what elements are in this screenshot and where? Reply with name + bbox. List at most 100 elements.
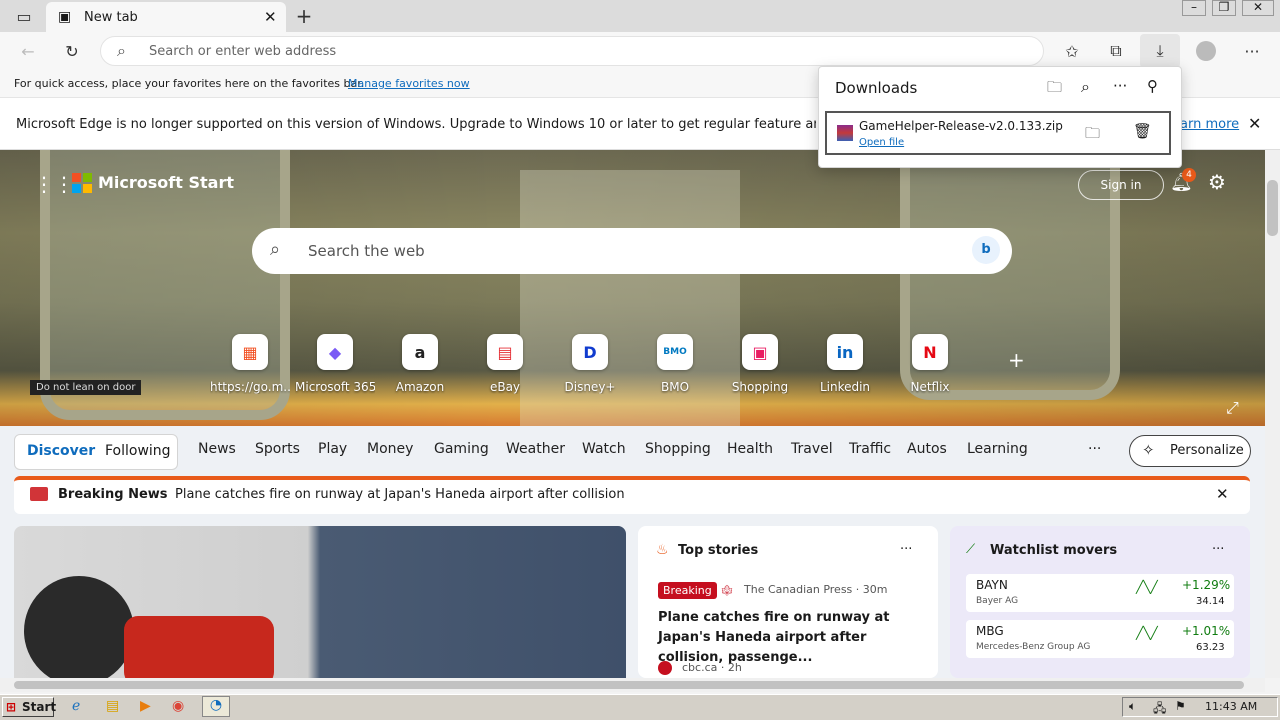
feed-nav-item[interactable]: Gaming	[434, 441, 489, 457]
story-headline[interactable]: Plane catches fire on runway at Japan's …	[658, 608, 922, 668]
quick-link-label: https://go.m...	[210, 380, 290, 394]
settings-more-icon[interactable]: ···	[1238, 37, 1266, 65]
top-stories-more-icon[interactable]: ···	[900, 542, 912, 557]
quick-link-tile[interactable]: N Netflix	[890, 334, 970, 394]
chrome-icon[interactable]: ◉	[172, 698, 184, 714]
gear-icon[interactable]: ⚙	[1208, 170, 1226, 194]
feed-nav-item[interactable]: Health	[727, 441, 773, 457]
apps-launcher-icon[interactable]: ⋮⋮	[34, 172, 74, 196]
hero-story-image[interactable]	[14, 526, 626, 678]
window-controls: – ❐ ✕	[1182, 0, 1280, 20]
sign-in-button[interactable]: Sign in	[1078, 170, 1164, 200]
price: 63.23	[1196, 642, 1225, 653]
tab-actions-icon[interactable]: ▭	[10, 2, 38, 30]
open-file-link[interactable]: Open file	[859, 137, 904, 148]
network-icon[interactable]: 🖧︎	[1153, 699, 1166, 720]
quick-link-icon: ◆	[317, 334, 353, 370]
restore-icon[interactable]: ❐	[1212, 0, 1236, 16]
feed-nav-item[interactable]: Traffic	[849, 441, 891, 457]
feed-nav-item[interactable]: Watch	[582, 441, 626, 457]
more-categories-button[interactable]: ···	[1088, 441, 1101, 457]
manage-favorites-link[interactable]: Manage favorites now	[348, 77, 470, 90]
watchlist-row[interactable]: MBG Mercedes-Benz Group AG ╱╲╱ +1.01% 63…	[966, 620, 1234, 658]
open-folder-icon[interactable]: 🗀︎	[1047, 77, 1062, 102]
minimize-icon[interactable]: –	[1182, 0, 1206, 16]
edge-taskbar-icon[interactable]: ◔	[202, 696, 230, 717]
breaking-headline: Plane catches fire on runway at Japan's …	[175, 487, 625, 502]
refresh-icon[interactable]: ↻	[58, 37, 86, 65]
vertical-scrollbar[interactable]	[1265, 150, 1280, 678]
feed-nav-item[interactable]: Weather	[506, 441, 565, 457]
breaking-news-bar[interactable]: Breaking News Plane catches fire on runw…	[14, 476, 1250, 514]
bing-chat-icon[interactable]: b	[972, 236, 1000, 264]
explorer-icon[interactable]: ▤	[106, 698, 119, 714]
downloads-icon[interactable]: ⤓	[1140, 34, 1180, 68]
tab-discover[interactable]: Discover	[27, 443, 95, 459]
quick-link-tile[interactable]: in Linkedin	[805, 334, 885, 394]
add-shortcut-button[interactable]: +	[1008, 348, 1025, 372]
notification-badge: 4	[1182, 168, 1196, 182]
quick-link-tile[interactable]: ▣ Shopping	[720, 334, 800, 394]
quick-link-tile[interactable]: D Disney+	[550, 334, 630, 394]
quick-link-tile[interactable]: a Amazon	[380, 334, 460, 394]
tab-new-tab[interactable]: ▣ New tab ✕	[46, 2, 286, 32]
profile-avatar[interactable]	[1192, 37, 1220, 65]
hero-sign: Do not lean on door	[30, 380, 142, 395]
favorites-icon[interactable]: ✩	[1058, 37, 1086, 65]
address-placeholder: Search or enter web address	[149, 44, 337, 59]
flag-icon[interactable]: ⚑	[1175, 699, 1186, 713]
tab-following[interactable]: Following	[105, 443, 171, 459]
flame-icon: ♨	[656, 542, 669, 558]
close-infobar-icon[interactable]: ✕	[1248, 114, 1261, 133]
close-window-icon[interactable]: ✕	[1242, 0, 1274, 16]
pin-icon[interactable]: ⚲	[1147, 77, 1158, 95]
quick-link-label: Shopping	[731, 380, 789, 394]
feed-nav-item[interactable]: Money	[367, 441, 413, 457]
new-tab-button[interactable]: +	[290, 2, 318, 30]
feed-nav-item[interactable]: Play	[318, 441, 347, 457]
watchlist-row[interactable]: BAYN Bayer AG ╱╲╱ +1.29% 34.14	[966, 574, 1234, 612]
expand-icon[interactable]: ⤢	[1226, 398, 1239, 418]
back-arrow-icon[interactable]: ←	[14, 37, 42, 65]
trash-icon[interactable]: 🗑︎	[1133, 122, 1152, 140]
system-tray: 🔈︎ 🖧︎ ⚑ 11:43 AM	[1122, 697, 1278, 717]
canada-flag-icon: 🍁︎	[720, 584, 734, 597]
close-tab-icon[interactable]: ✕	[264, 8, 277, 26]
start-button[interactable]: ⊞ Start	[2, 697, 56, 717]
quick-link-label: Disney+	[564, 380, 616, 394]
media-player-icon[interactable]: ▶	[140, 698, 151, 714]
scroll-thumb[interactable]	[1267, 180, 1278, 236]
address-bar[interactable]: ⌕ Search or enter web address	[100, 36, 1044, 66]
next-story-source: cbc.ca · 2h	[682, 661, 742, 674]
collections-icon[interactable]: ⧉	[1102, 37, 1130, 65]
horizontal-scrollbar[interactable]	[0, 678, 1265, 692]
learn-more-link[interactable]: arn more	[1180, 117, 1239, 132]
volume-icon[interactable]: 🔈︎	[1129, 699, 1136, 714]
more-options-icon[interactable]: ···	[1113, 77, 1127, 95]
download-item[interactable]: GameHelper-Release-v2.0.133.zip Open fil…	[825, 111, 1171, 155]
quick-link-label: Netflix	[910, 380, 950, 394]
quick-link-tile[interactable]: ▤ eBay	[465, 334, 545, 394]
microsoft-logo-icon	[72, 173, 92, 193]
quick-link-tile[interactable]: BMO BMO	[635, 334, 715, 394]
feed-nav-item[interactable]: Autos	[907, 441, 947, 457]
ie-icon[interactable]: ℯ	[72, 698, 80, 714]
feed-nav-item[interactable]: Shopping	[645, 441, 711, 457]
feed-nav-item[interactable]: Sports	[255, 441, 300, 457]
web-search-box[interactable]: ⌕ Search the web b	[252, 228, 1012, 274]
quick-link-icon: ▦	[232, 334, 268, 370]
quick-link-icon: D	[572, 334, 608, 370]
feed-nav-item[interactable]: News	[198, 441, 236, 457]
brand-title: Microsoft Start	[98, 173, 234, 192]
search-icon[interactable]: ⌕	[1081, 77, 1090, 97]
close-breaking-icon[interactable]: ✕	[1216, 485, 1229, 503]
quick-link-tile[interactable]: ▦ https://go.m...	[210, 334, 290, 394]
watchlist-more-icon[interactable]: ···	[1212, 542, 1224, 557]
feed-nav-item[interactable]: Travel	[791, 441, 833, 457]
scroll-thumb[interactable]	[14, 681, 1244, 689]
web-search-placeholder: Search the web	[308, 242, 425, 260]
quick-link-tile[interactable]: ◆ Microsoft 365	[295, 334, 375, 394]
feed-nav-item[interactable]: Learning	[967, 441, 1028, 457]
personalize-button[interactable]: ✧ Personalize	[1129, 435, 1251, 467]
show-in-folder-icon[interactable]: 🗀︎	[1085, 123, 1100, 148]
